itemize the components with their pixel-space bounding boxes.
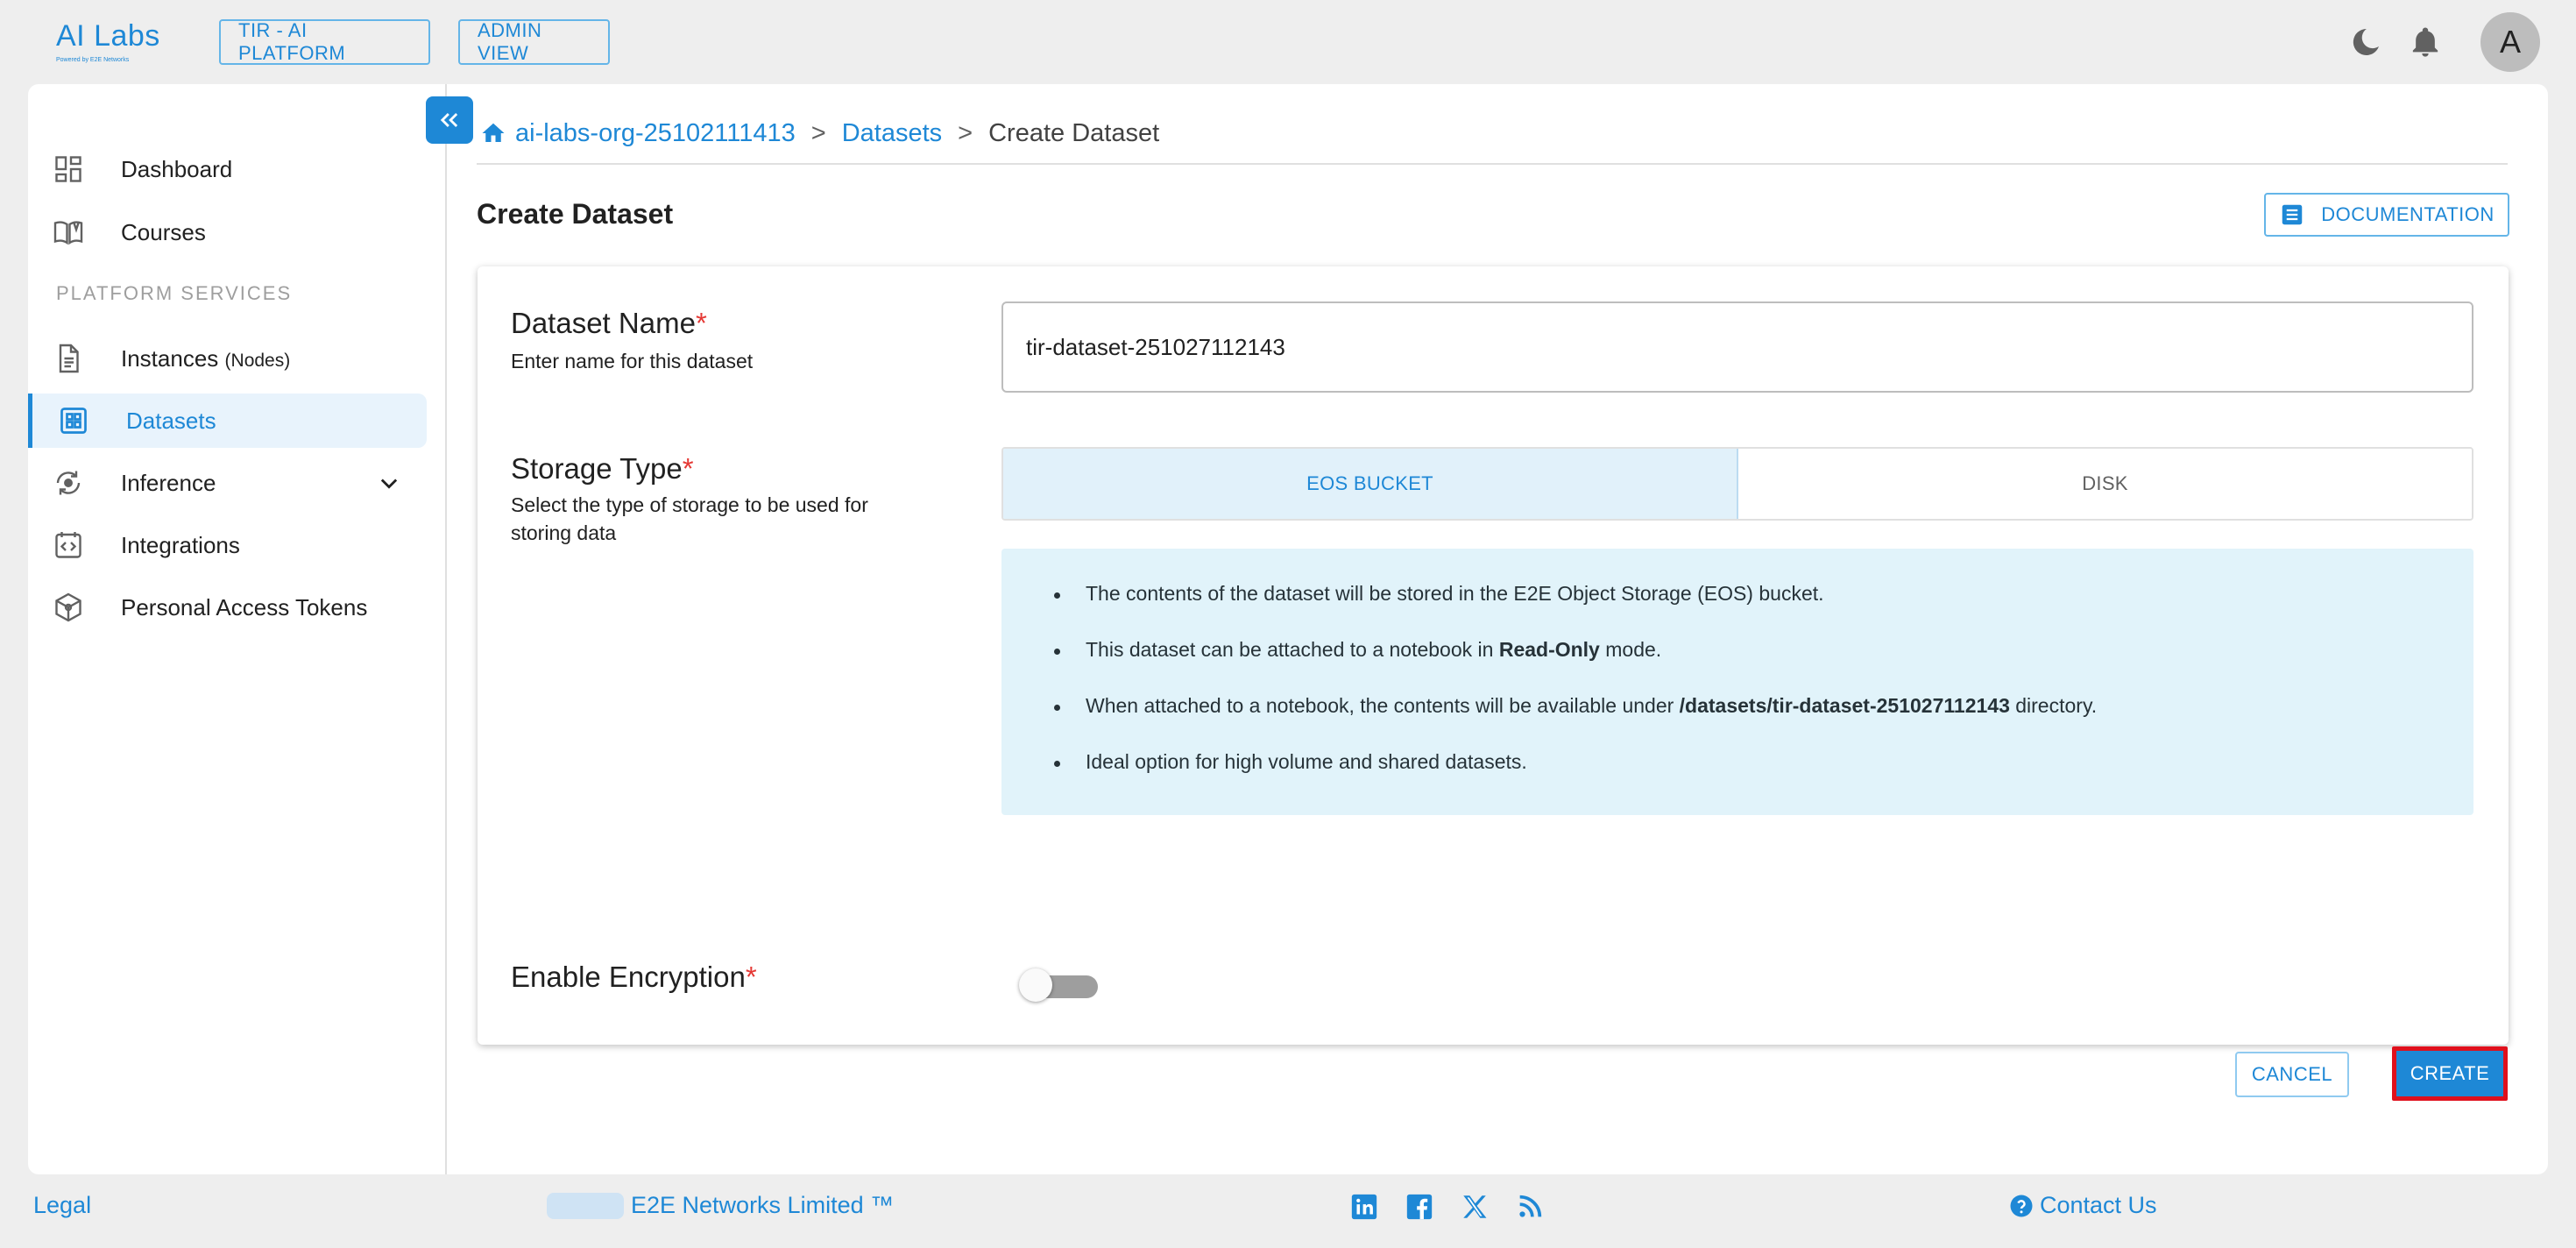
sidebar-item-label: Courses	[121, 218, 206, 245]
breadcrumb-current: Create Dataset	[988, 118, 1160, 147]
sidebar-item-instances[interactable]: Instances (Nodes)	[28, 331, 427, 386]
main-content-card: Dashboard Courses PLATFORM SERVICES Inst…	[28, 84, 2548, 1174]
user-avatar[interactable]: A	[2480, 12, 2540, 72]
dataset-name-label-text: Dataset Name	[511, 307, 696, 339]
breadcrumb-divider	[477, 163, 2508, 165]
top-bar: AI Labs Powered by E2E Networks TIR - AI…	[0, 0, 2576, 84]
info-text: When attached to a notebook, the content…	[1086, 694, 1680, 717]
footer: Legal E2E Networks Limited ™ Contact Us	[0, 1174, 2576, 1248]
sidebar: Dashboard Courses PLATFORM SERVICES Inst…	[28, 84, 447, 1174]
dataset-name-input[interactable]	[1001, 301, 2473, 393]
dashboard-icon	[53, 153, 84, 185]
sidebar-item-datasets[interactable]: Datasets	[28, 394, 427, 448]
storage-option-eos-bucket[interactable]: EOS BUCKET	[1003, 449, 1738, 519]
collapse-sidebar-button[interactable]	[426, 96, 473, 144]
documentation-button[interactable]: DOCUMENTATION	[2264, 193, 2509, 237]
sidebar-item-label: Datasets	[126, 407, 216, 434]
breadcrumb-org-link[interactable]: ai-labs-org-25102111413	[515, 119, 796, 148]
legal-link[interactable]: Legal	[33, 1192, 91, 1219]
sidebar-item-label: Personal Access Tokens	[121, 593, 368, 620]
contact-us-label: Contact Us	[2040, 1192, 2157, 1218]
sidebar-item-label: Dashboard	[121, 155, 233, 182]
info-item: Ideal option for high volume and shared …	[1051, 750, 2097, 806]
cube-icon	[53, 592, 84, 623]
facebook-icon[interactable]	[1405, 1192, 1434, 1222]
storage-type-label-text: Storage Type	[511, 452, 683, 485]
sidebar-item-integrations[interactable]: Integrations	[28, 518, 427, 572]
storage-type-help: Select the type of storage to be used fo…	[511, 493, 868, 544]
sidebar-item-courses[interactable]: Courses	[28, 205, 427, 259]
create-button[interactable]: CREATE	[2392, 1046, 2508, 1101]
sidebar-item-label: Inference	[121, 469, 216, 496]
info-item: When attached to a notebook, the content…	[1051, 694, 2097, 750]
storage-info-box: The contents of the dataset will be stor…	[1001, 549, 2473, 815]
storage-info-list: The contents of the dataset will be stor…	[1051, 582, 2097, 806]
tir-platform-button[interactable]: TIR - AI PLATFORM	[219, 19, 430, 65]
encryption-label-text: Enable Encryption	[511, 961, 746, 993]
copyright: E2E Networks Limited ™	[547, 1192, 894, 1219]
logo-subtext: Powered by E2E Networks	[56, 57, 130, 63]
dark-mode-moon-icon[interactable]	[2348, 25, 2383, 60]
inference-icon	[53, 467, 84, 499]
encryption-toggle-switch[interactable]	[1019, 968, 1098, 1002]
info-bold-text: Read-Only	[1498, 638, 1600, 661]
dataset-name-help: Enter name for this dataset	[511, 350, 754, 372]
copyright-year-redacted	[547, 1192, 624, 1219]
sidebar-item-inference[interactable]: Inference	[28, 456, 427, 510]
info-bold-text: /datasets/tir-dataset-251027112143	[1679, 694, 2010, 717]
breadcrumb-datasets-link[interactable]: Datasets	[842, 119, 942, 148]
chevron-down-icon[interactable]	[377, 471, 401, 495]
breadcrumb-separator: >	[958, 118, 973, 147]
instances-suffix: (Nodes)	[224, 350, 291, 371]
document-list-icon	[2279, 202, 2305, 228]
create-dataset-form: Dataset Name* Enter name for this datase…	[478, 266, 2509, 1101]
storage-type-toggle: EOS BUCKET DISK	[1001, 447, 2473, 521]
platform-services-heading: PLATFORM SERVICES	[56, 282, 293, 304]
required-mark: *	[682, 452, 694, 485]
help-circle-icon	[2008, 1193, 2035, 1219]
sidebar-item-dashboard[interactable]: Dashboard	[28, 142, 427, 196]
switch-thumb	[1019, 968, 1052, 1002]
double-chevron-left-icon	[437, 108, 462, 132]
admin-view-button[interactable]: ADMIN VIEW	[458, 19, 610, 65]
breadcrumb: ai-labs-org-25102111413 > Datasets > Cre…	[480, 116, 1159, 151]
info-text: mode.	[1599, 638, 1662, 661]
home-icon[interactable]	[480, 120, 506, 146]
info-item: The contents of the dataset will be stor…	[1051, 582, 2097, 638]
info-text: directory.	[2009, 694, 2098, 717]
code-icon	[53, 529, 84, 561]
book-icon	[53, 216, 84, 248]
breadcrumb-separator: >	[810, 118, 826, 147]
dataset-name-label: Dataset Name*	[511, 307, 707, 340]
rss-icon[interactable]	[1515, 1192, 1545, 1222]
notification-bell-icon[interactable]	[2408, 25, 2443, 60]
document-icon	[53, 343, 84, 374]
info-item: This dataset can be attached to a notebo…	[1051, 638, 2097, 694]
sidebar-item-label: Instances (Nodes)	[121, 345, 290, 372]
cancel-button[interactable]: CANCEL	[2235, 1052, 2349, 1097]
info-text: This dataset can be attached to a notebo…	[1086, 638, 1499, 661]
x-icon[interactable]	[1460, 1192, 1490, 1222]
documentation-label: DOCUMENTATION	[2321, 203, 2495, 225]
encryption-label: Enable Encryption*	[511, 961, 757, 994]
page-title: Create Dataset	[477, 198, 674, 230]
copyright-text: E2E Networks Limited ™	[631, 1192, 895, 1218]
contact-us-link[interactable]: Contact Us	[2008, 1192, 2157, 1219]
storage-option-disk[interactable]: DISK	[1738, 449, 2472, 519]
ai-labs-logo[interactable]: AI Labs Powered by E2E Networks	[56, 19, 170, 68]
storage-type-label: Storage Type*	[511, 452, 694, 486]
required-mark: *	[695, 307, 707, 339]
required-mark: *	[745, 961, 757, 993]
instances-label: Instances	[121, 344, 219, 372]
logo-text: AI Labs	[56, 19, 160, 53]
sidebar-item-label: Integrations	[121, 531, 240, 558]
sidebar-item-personal-access-tokens[interactable]: Personal Access Tokens	[28, 580, 427, 635]
linkedin-icon[interactable]	[1349, 1192, 1379, 1222]
grid-icon	[58, 405, 89, 436]
